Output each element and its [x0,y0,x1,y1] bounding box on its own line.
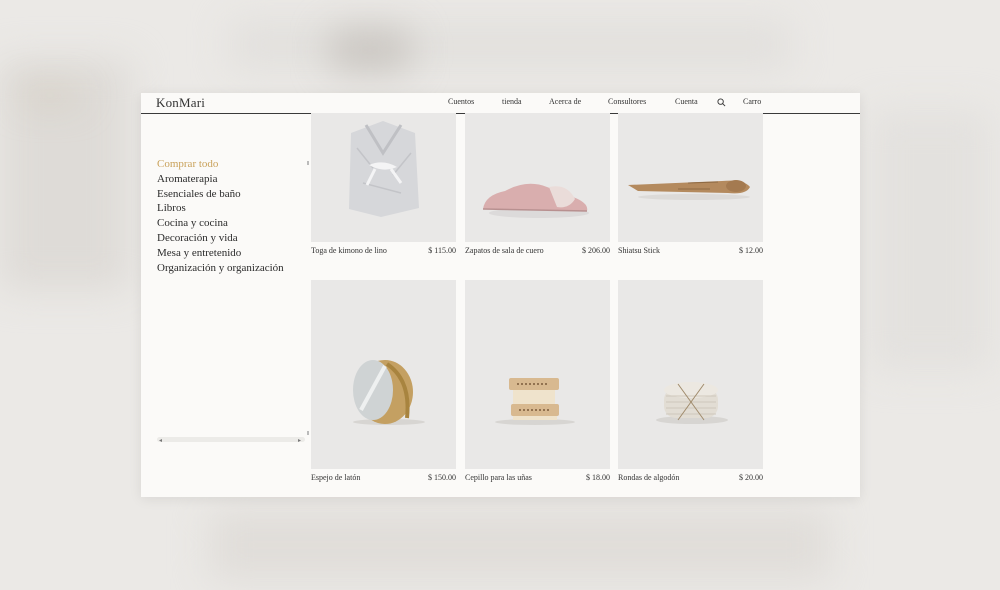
product-name[interactable]: Cepillo para las uñas [465,473,532,482]
product-price: $ 20.00 [739,473,763,482]
nav-item-tienda[interactable]: tienda [502,97,522,106]
scroll-marker [307,161,309,165]
scroll-left-arrow-icon[interactable]: ◂ [159,437,162,444]
product-card[interactable]: Shiatsu Stick $ 12.00 [618,113,763,260]
horizontal-scrollbar[interactable] [157,437,305,442]
search-icon[interactable] [717,98,726,107]
scroll-right-arrow-icon[interactable]: ▸ [298,437,301,444]
site-header: KonMari Cuentos tienda Acerca de Consult… [141,93,860,114]
product-name[interactable]: Shiatsu Stick [618,246,660,255]
product-image-shiatsu-stick[interactable] [618,113,763,242]
product-name[interactable]: Zapatos de sala de cuero [465,246,544,255]
product-name[interactable]: Toga de kimono de lino [311,246,387,255]
product-name[interactable]: Espejo de latón [311,473,360,482]
product-price: $ 12.00 [739,246,763,255]
nav-item-consultores[interactable]: Consultores [608,97,646,106]
product-price: $ 206.00 [582,246,610,255]
product-card[interactable]: Espejo de latón $ 150.00 [311,280,456,487]
sidebar-item-comprar-todo[interactable]: Comprar todo [157,157,284,172]
shop-window: KonMari Cuentos tienda Acerca de Consult… [141,93,860,497]
product-card[interactable]: Zapatos de sala de cuero $ 206.00 [465,113,610,260]
sidebar-item-esenciales-bano[interactable]: Esenciales de baño [157,187,284,202]
nav-item-cuentos[interactable]: Cuentos [448,97,474,106]
product-image-slippers[interactable] [465,113,610,242]
product-card[interactable]: Rondas de algodón $ 20.00 [618,280,763,487]
product-price: $ 115.00 [428,246,456,255]
cart-link[interactable]: Carro [743,97,761,106]
sidebar-item-cocina[interactable]: Cocina y cocina [157,216,284,231]
sidebar-item-libros[interactable]: Libros [157,201,284,216]
sidebar-item-mesa[interactable]: Mesa y entretenido [157,246,284,261]
sidebar-item-decoracion[interactable]: Decoración y vida [157,231,284,246]
sidebar-item-aromaterapia[interactable]: Aromaterapia [157,172,284,187]
brand-logo[interactable]: KonMari [156,95,205,111]
nav-item-acerca[interactable]: Acerca de [549,97,581,106]
category-sidebar: Comprar todo Aromaterapia Esenciales de … [157,157,284,275]
product-name[interactable]: Rondas de algodón [618,473,679,482]
product-image-brass-mirror[interactable] [311,280,456,469]
product-card[interactable]: Toga de kimono de lino $ 115.00 [311,113,456,260]
nav-item-cuenta[interactable]: Cuenta [675,97,698,106]
product-card[interactable]: Cepillo para las uñas $ 18.00 [465,280,610,487]
product-image-kimono[interactable] [311,113,456,242]
product-image-cotton-rounds[interactable] [618,280,763,469]
sidebar-item-organizacion[interactable]: Organización y organización [157,261,284,276]
product-price: $ 18.00 [586,473,610,482]
product-image-nail-brush[interactable] [465,280,610,469]
product-price: $ 150.00 [428,473,456,482]
scroll-marker [307,431,309,435]
